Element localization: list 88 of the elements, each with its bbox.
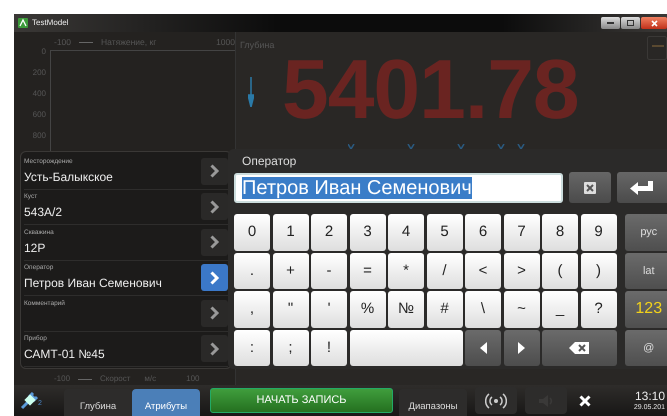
chevron-right-icon bbox=[210, 270, 219, 285]
field-value: САМТ-01 №45 bbox=[24, 346, 105, 364]
key[interactable]: : bbox=[234, 330, 270, 366]
right-key[interactable] bbox=[504, 330, 540, 366]
chevron-right-icon bbox=[210, 164, 219, 178]
clear-icon bbox=[584, 182, 596, 194]
backspace-icon bbox=[569, 342, 590, 354]
key[interactable]: = bbox=[350, 252, 386, 289]
close-button[interactable] bbox=[641, 17, 667, 29]
left-triangle-icon bbox=[480, 342, 486, 354]
legend-line bbox=[79, 42, 94, 43]
ranges-button[interactable]: Диапазоны bbox=[399, 389, 467, 416]
edit-button[interactable] bbox=[201, 335, 228, 362]
enter-icon bbox=[630, 180, 654, 194]
key[interactable]: ; bbox=[272, 330, 308, 366]
layout-key[interactable]: @ bbox=[624, 330, 667, 366]
key[interactable]: ? bbox=[580, 291, 616, 328]
window-title: TestModel bbox=[32, 17, 68, 29]
enter-button[interactable] bbox=[617, 172, 667, 203]
depth-value: 5401.78 bbox=[282, 52, 579, 128]
key[interactable]: ) bbox=[580, 252, 616, 289]
key[interactable]: % bbox=[350, 291, 386, 328]
key[interactable]: 8 bbox=[542, 214, 578, 250]
chevron-right-icon bbox=[210, 200, 219, 214]
signal-button[interactable] bbox=[475, 387, 517, 414]
key[interactable]: + bbox=[272, 252, 308, 289]
maximize-icon bbox=[627, 20, 634, 26]
editor-label: Оператор bbox=[241, 153, 298, 170]
key[interactable]: > bbox=[504, 252, 540, 289]
tab[interactable]: Атрибуты bbox=[132, 389, 200, 416]
key[interactable]: ! bbox=[311, 330, 347, 366]
key[interactable]: 0 bbox=[234, 214, 270, 250]
legend-box bbox=[647, 36, 667, 60]
key[interactable]: , bbox=[234, 291, 270, 328]
key[interactable]: ' bbox=[311, 291, 347, 328]
backspace-key[interactable] bbox=[542, 330, 616, 366]
key[interactable]: 1 bbox=[272, 214, 308, 250]
key[interactable]: ( bbox=[542, 252, 578, 289]
edit-button[interactable] bbox=[201, 300, 228, 327]
edit-button[interactable] bbox=[201, 193, 228, 220]
clear-button[interactable] bbox=[569, 172, 611, 203]
maximize-button[interactable] bbox=[621, 17, 640, 29]
minimize-icon bbox=[607, 22, 614, 24]
layout-key[interactable]: рус bbox=[624, 214, 667, 250]
plug-icon bbox=[20, 392, 38, 410]
chevron-right-icon bbox=[210, 306, 219, 320]
key[interactable]: 2 bbox=[311, 214, 347, 250]
key[interactable]: * bbox=[388, 252, 424, 289]
key[interactable]: 4 bbox=[388, 214, 424, 250]
close-icon[interactable] bbox=[579, 394, 591, 406]
chevron-right-icon bbox=[210, 342, 219, 356]
field-value: 543А/2 bbox=[24, 204, 62, 222]
close-icon bbox=[650, 20, 658, 26]
key[interactable]: " bbox=[272, 291, 308, 328]
key[interactable]: < bbox=[465, 252, 501, 289]
legend-line bbox=[78, 378, 92, 380]
field-value: 12Р bbox=[24, 240, 46, 257]
key[interactable]: ~ bbox=[504, 291, 540, 328]
minimize-button[interactable] bbox=[601, 17, 620, 29]
edit-button[interactable] bbox=[201, 158, 228, 185]
layout-key[interactable]: 123 bbox=[624, 291, 667, 328]
key[interactable]: _ bbox=[542, 291, 578, 328]
layout-key[interactable]: lat bbox=[624, 252, 667, 289]
key[interactable]: / bbox=[426, 252, 462, 289]
edit-button[interactable] bbox=[201, 264, 228, 292]
key[interactable]: 5 bbox=[426, 214, 462, 250]
key[interactable]: № bbox=[388, 291, 424, 328]
field-value: Усть-Балыкское bbox=[24, 168, 113, 186]
down-arrow-icon bbox=[248, 77, 254, 107]
left-key[interactable] bbox=[465, 330, 501, 366]
key[interactable]: \ bbox=[465, 291, 501, 328]
key[interactable]: 9 bbox=[580, 214, 616, 250]
text-field[interactable]: Петров Иван Семенович bbox=[234, 172, 563, 202]
key[interactable]: . bbox=[234, 252, 270, 289]
record-button[interactable]: НАЧАТЬ ЗАПИСЬ bbox=[210, 388, 393, 413]
edit-button[interactable] bbox=[201, 228, 228, 256]
right-triangle-icon bbox=[518, 342, 525, 354]
key[interactable]: 7 bbox=[504, 214, 540, 250]
signal-icon bbox=[485, 392, 507, 408]
field-value: Петров Иван Семенович bbox=[24, 275, 162, 292]
key[interactable]: 3 bbox=[350, 214, 386, 250]
chevron-right-icon bbox=[210, 235, 219, 250]
key[interactable]: - bbox=[311, 252, 347, 289]
tab[interactable]: Глубина bbox=[64, 389, 132, 416]
key[interactable]: 6 bbox=[465, 214, 501, 250]
clock-time: 13:10 bbox=[634, 390, 665, 402]
key[interactable]: # bbox=[426, 291, 462, 328]
app-icon bbox=[18, 18, 28, 28]
